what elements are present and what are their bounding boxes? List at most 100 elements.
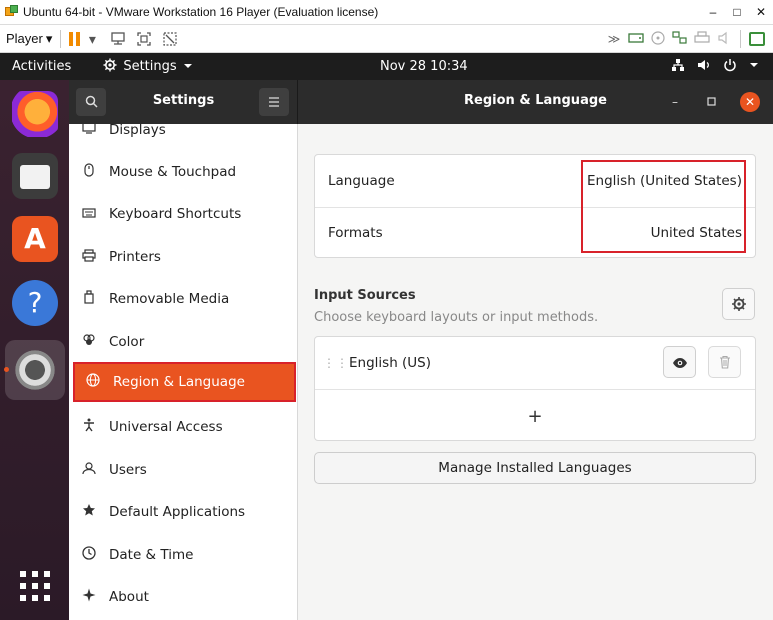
running-indicator [4, 367, 9, 372]
settings-sidebar-header: Settings [69, 80, 298, 124]
vmware-title-bar: Ubuntu 64-bit - VMware Workstation 16 Pl… [0, 0, 773, 25]
sidebar-item-mouse-touchpad[interactable]: Mouse & Touchpad [69, 152, 297, 192]
menu-button[interactable] [259, 88, 289, 116]
users-icon [81, 461, 97, 479]
window-minimize-button[interactable]: – [665, 92, 685, 112]
settings-sidebar: Displays Mouse & Touchpad Keyboard Short… [69, 124, 298, 620]
vmware-logo-icon [5, 5, 19, 19]
about-icon [81, 588, 97, 606]
sidebar-item-universal-access[interactable]: Universal Access [69, 407, 297, 447]
preview-layout-button[interactable] [663, 346, 696, 378]
maximize-button[interactable]: □ [725, 5, 749, 19]
gear-icon [103, 58, 117, 76]
printer-device-icon[interactable] [694, 30, 710, 47]
app-menu-button[interactable]: Settings [103, 58, 192, 76]
unity-mode-icon[interactable] [162, 31, 178, 47]
sidebar-item-label: Color [109, 334, 145, 350]
cd-drive-icon[interactable] [650, 30, 666, 47]
formats-label: Formats [328, 225, 383, 241]
fullscreen-icon[interactable] [136, 31, 152, 47]
close-button[interactable]: ✕ [749, 5, 773, 19]
network-adapter-icon[interactable] [672, 30, 688, 47]
drag-handle-icon[interactable]: ⋮⋮ [323, 357, 348, 369]
sidebar-item-displays[interactable]: Displays [69, 124, 297, 150]
settings-app-icon[interactable] [12, 347, 58, 393]
software-store-icon[interactable]: A [12, 216, 58, 262]
trash-icon [719, 355, 730, 369]
input-sources-list: ⋮⋮ English (US) + [314, 336, 756, 441]
show-applications-icon[interactable] [20, 571, 50, 601]
firefox-icon[interactable] [12, 91, 58, 137]
sidebar-item-keyboard-shortcuts[interactable]: Keyboard Shortcuts [69, 194, 297, 234]
toolbar-divider [740, 29, 741, 48]
gear-icon [731, 297, 746, 311]
ubuntu-top-bar: Activities Settings Nov 28 10:34 [0, 53, 773, 80]
sidebar-item-label: Keyboard Shortcuts [109, 206, 242, 222]
chevron-down-icon[interactable]: ▾ [84, 31, 100, 47]
hamburger-icon [269, 97, 279, 107]
system-status-menu[interactable] [671, 58, 759, 76]
window-close-button[interactable]: ✕ [740, 92, 760, 112]
annotation-highlight-box [581, 160, 746, 253]
sidebar-item-removable-media[interactable]: Removable Media [69, 279, 297, 319]
input-sources-title: Input Sources [314, 288, 416, 303]
input-sources-subtitle: Choose keyboard layouts or input methods… [314, 310, 599, 325]
network-devices-icon[interactable] [110, 31, 126, 47]
sidebar-item-printers[interactable]: Printers [69, 237, 297, 277]
remove-input-source-button[interactable] [708, 346, 741, 378]
star-icon [81, 503, 97, 521]
keyboard-icon [81, 207, 97, 222]
library-icon[interactable] [749, 31, 765, 46]
app-menu-label: Settings [123, 59, 177, 74]
sidebar-item-users[interactable]: Users [69, 450, 297, 490]
sidebar-item-about[interactable]: About [69, 577, 297, 617]
sidebar-item-color[interactable]: Color [69, 322, 297, 362]
player-menu-button[interactable]: Player ▾ [6, 31, 52, 47]
mouse-icon [81, 163, 97, 181]
clock[interactable]: Nov 28 10:34 [380, 59, 468, 74]
network-icon [671, 58, 685, 76]
sidebar-item-label: Region & Language [113, 374, 245, 390]
settings-panel-header: Region & Language – ✕ [298, 80, 773, 124]
color-icon [81, 334, 97, 350]
sidebar-item-date-time[interactable]: Date & Time [69, 535, 297, 575]
files-icon[interactable] [12, 153, 58, 199]
hard-disk-icon[interactable] [628, 31, 644, 47]
add-input-source-button[interactable]: + [315, 390, 755, 442]
ubuntu-dock: A ? [0, 80, 69, 620]
send-keys-icon[interactable]: ≫ [606, 31, 622, 47]
minimize-button[interactable]: – [701, 5, 725, 19]
volume-icon [697, 58, 711, 76]
sidebar-item-label: Universal Access [109, 419, 223, 435]
sidebar-item-label: Users [109, 462, 147, 478]
sidebar-item-label: Date & Time [109, 547, 194, 563]
globe-icon [85, 373, 101, 391]
chevron-down-icon [183, 59, 193, 74]
accessibility-icon [81, 418, 97, 436]
sound-device-icon[interactable] [716, 31, 732, 47]
window-maximize-button[interactable] [701, 92, 721, 112]
chevron-down-icon [749, 58, 759, 76]
sidebar-item-label: Mouse & Touchpad [109, 164, 237, 180]
maximize-icon [706, 97, 716, 106]
printer-icon [81, 248, 97, 266]
manage-installed-languages-button[interactable]: Manage Installed Languages [314, 452, 756, 484]
toolbar-divider [60, 29, 62, 48]
pause-button[interactable] [69, 31, 81, 46]
help-icon[interactable]: ? [12, 280, 58, 326]
plus-icon: + [527, 405, 543, 427]
clock-icon [81, 546, 97, 564]
sidebar-item-label: Displays [109, 124, 166, 138]
sidebar-item-label: Printers [109, 249, 161, 265]
sidebar-item-region-language[interactable]: Region & Language [73, 362, 296, 402]
chevron-down-icon: ▾ [45, 30, 53, 46]
vmware-toolbar: Player ▾ ▾ ≫ [0, 25, 773, 53]
sidebar-item-default-applications[interactable]: Default Applications [69, 492, 297, 532]
activities-button[interactable]: Activities [12, 59, 71, 74]
removable-media-icon [81, 290, 97, 308]
player-label: Player [6, 31, 43, 46]
language-label: Language [328, 173, 395, 189]
input-options-button[interactable] [722, 288, 755, 320]
sidebar-item-label: About [109, 589, 149, 605]
input-source-label: English (US) [349, 355, 432, 371]
